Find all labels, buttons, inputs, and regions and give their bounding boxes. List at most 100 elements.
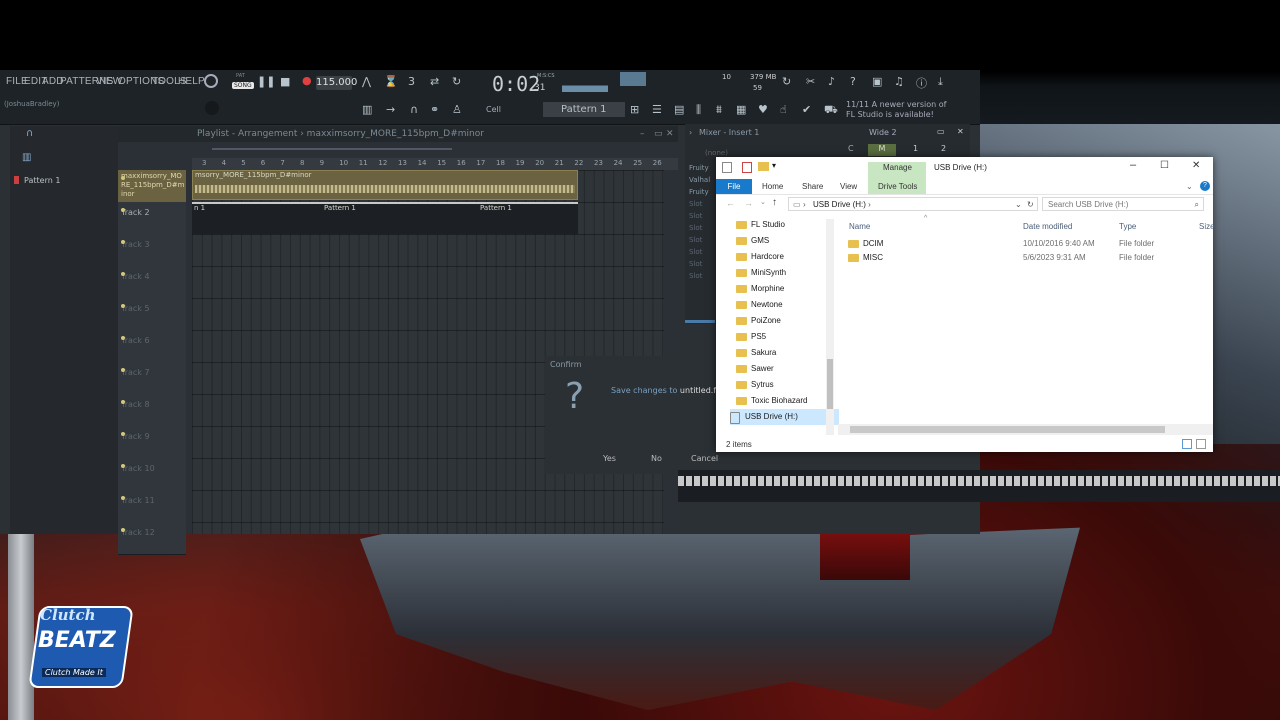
track-mute-dot[interactable] [121,304,125,308]
record-icon[interactable]: ● [302,74,312,87]
track-header[interactable]: Track 8 [118,394,186,427]
piano-keys[interactable] [678,476,1280,486]
snap-cell-label[interactable]: Cell [486,105,501,114]
column-name[interactable]: Name [849,222,870,231]
stamp-icon[interactable]: ♙ [452,103,462,116]
track-mute-dot[interactable] [121,240,125,244]
file-tab[interactable]: File [716,179,752,194]
track-mute-dot[interactable] [121,496,125,500]
share-tab[interactable]: Share [802,182,823,191]
mixer-effect-slot[interactable]: Slot [689,224,702,232]
loop-record-icon[interactable]: ↻ [452,75,461,88]
plugin-icon[interactable]: ♥ [758,103,768,116]
tempo-display[interactable]: 115.000 [316,76,357,90]
channel-rack-icon[interactable]: ⩩ [716,103,722,117]
drive-tools-tab[interactable]: Drive Tools [878,182,917,191]
mixer-effect-slot[interactable]: Slot [689,236,702,244]
nav-item-folder[interactable]: PoiZone [736,313,781,329]
save-icon[interactable]: ▣ [872,75,882,88]
mixer-effect-slot[interactable]: Fruity [689,164,709,172]
record-mixer-icon[interactable]: ✔ [802,103,811,116]
wait-input-icon[interactable]: ⌛ [384,75,398,88]
nav-item-folder[interactable]: Sytrus [736,377,774,393]
search-box[interactable]: Search USB Drive (H:) ⌕ [1042,197,1204,211]
new-folder-icon[interactable] [758,162,769,171]
track-header[interactable]: Track 9 [118,426,186,459]
playlist-scrollbar[interactable] [192,144,462,154]
piano-icon[interactable]: ▥ [362,103,372,116]
close-icon[interactable]: ✕ [666,126,674,142]
cart-icon[interactable]: ⛟ [824,103,838,118]
blend-notes-icon[interactable]: ⇄ [430,75,439,88]
touch-icon[interactable]: ☝ [780,103,787,116]
mixer-effect-slot[interactable]: Slot [689,212,702,220]
track-mute-dot[interactable] [121,368,125,372]
track-header[interactable]: Track 12 [118,522,186,555]
file-row[interactable]: DCIM 10/10/2016 9:40 AM File folder [848,237,1208,251]
track-mute-dot[interactable] [121,208,125,212]
column-date[interactable]: Date modified [1023,222,1072,231]
headphones-icon[interactable]: ∩ [26,128,33,139]
countdown-icon[interactable]: 3 [408,75,415,88]
mixer-effect-slot[interactable]: Slot [689,248,702,256]
update-notice[interactable]: 11/11 A newer version of FL Studio is av… [846,100,946,120]
microphone-icon[interactable]: ♪ [828,75,835,88]
mixer-effect-slot[interactable]: Valhal [689,176,710,184]
timeline-ruler[interactable]: 3 4 5 6 7 8 9 10 11 12 13 14 15 16 17 18 19 20 21 22 23 24 25 2… [192,158,678,170]
nav-item-folder[interactable]: PS5 [736,329,766,345]
add-pattern-icon[interactable]: ⊞ [630,103,639,116]
address-refresh-icon[interactable]: ↻ [1027,198,1034,212]
help-icon[interactable]: ? [850,75,856,88]
explorer-maximize-icon[interactable]: ☐ [1160,160,1169,171]
arrow-icon[interactable]: → [386,103,395,116]
pitch-knob[interactable] [205,101,219,115]
mixer-view-icon[interactable]: ⫼ [696,103,701,117]
pattern-selector[interactable]: Pattern 1 [543,102,625,117]
track-mute-dot[interactable] [121,400,125,404]
explorer-close-icon[interactable]: ✕ [1192,160,1200,171]
manage-tab[interactable]: Manage [883,163,912,172]
nav-item-folder[interactable]: Sawer [736,361,774,377]
track-header[interactable]: Track 3 [118,234,186,267]
track-mute-dot[interactable] [121,272,125,276]
track-header[interactable]: Track 4 [118,266,186,299]
nav-scrollbar[interactable] [826,219,834,435]
pause-icon[interactable]: ❚❚ [257,75,275,88]
track-mute-dot[interactable] [121,336,125,340]
nav-item-folder[interactable]: Sakura [736,345,776,361]
nav-item-folder[interactable]: Toxic Biohazard [736,393,807,409]
address-bar[interactable]: ▭ › USB Drive (H:) › ⌄ ↻ [788,197,1038,211]
track-header[interactable]: Track 2 [118,202,186,235]
playlist-icon[interactable]: ☰ [652,103,662,116]
track-header[interactable]: Track 10 [118,458,186,491]
audio-clip[interactable]: msorry_MORE_115bpm_D#minor [192,170,578,200]
track-mute-dot[interactable] [121,528,125,532]
piano-keys-icon[interactable]: ▥ [22,152,31,163]
mixer-preset[interactable]: Wide 2 [869,128,897,137]
mixer-effect-slot[interactable]: Slot [689,260,702,268]
column-size[interactable]: Size [1199,222,1215,231]
up-icon[interactable]: ↑ [772,197,777,208]
address-dropdown-icon[interactable]: ⌄ [1015,198,1022,212]
track-header[interactable]: Track 11 [118,490,186,523]
address-chevron-icon[interactable]: › [868,200,871,209]
mixer-arrow-icon[interactable]: › [689,128,692,137]
ribbon-expand-icon[interactable]: ⌄ [1186,182,1193,191]
mixer-m-button[interactable]: M [868,144,896,156]
file-row[interactable]: MISC 5/6/2023 9:31 AM File folder [848,251,1208,265]
column-type[interactable]: Type [1119,222,1136,231]
mixer-close-icon[interactable]: ✕ [957,127,964,136]
pat-mode-label[interactable]: PAT [236,73,245,79]
mixer-icon[interactable]: ♫ [894,75,904,88]
cancel-button[interactable]: Cancel [691,454,718,463]
mixer-effect-slot[interactable]: Fruity [689,188,709,196]
nav-item-folder[interactable]: GMS [736,233,769,249]
info-icon[interactable]: ⓘ [916,75,927,91]
explorer-minimize-icon[interactable]: – [1130,159,1136,171]
home-tab[interactable]: Home [762,182,783,191]
nav-item-folder[interactable]: Hardcore [736,249,784,265]
cut-icon[interactable]: ✂ [806,75,815,88]
help-icon[interactable]: ? [1200,181,1210,191]
master-volume-knob[interactable] [204,74,218,88]
refresh-icon[interactable]: ↻ [782,75,791,88]
